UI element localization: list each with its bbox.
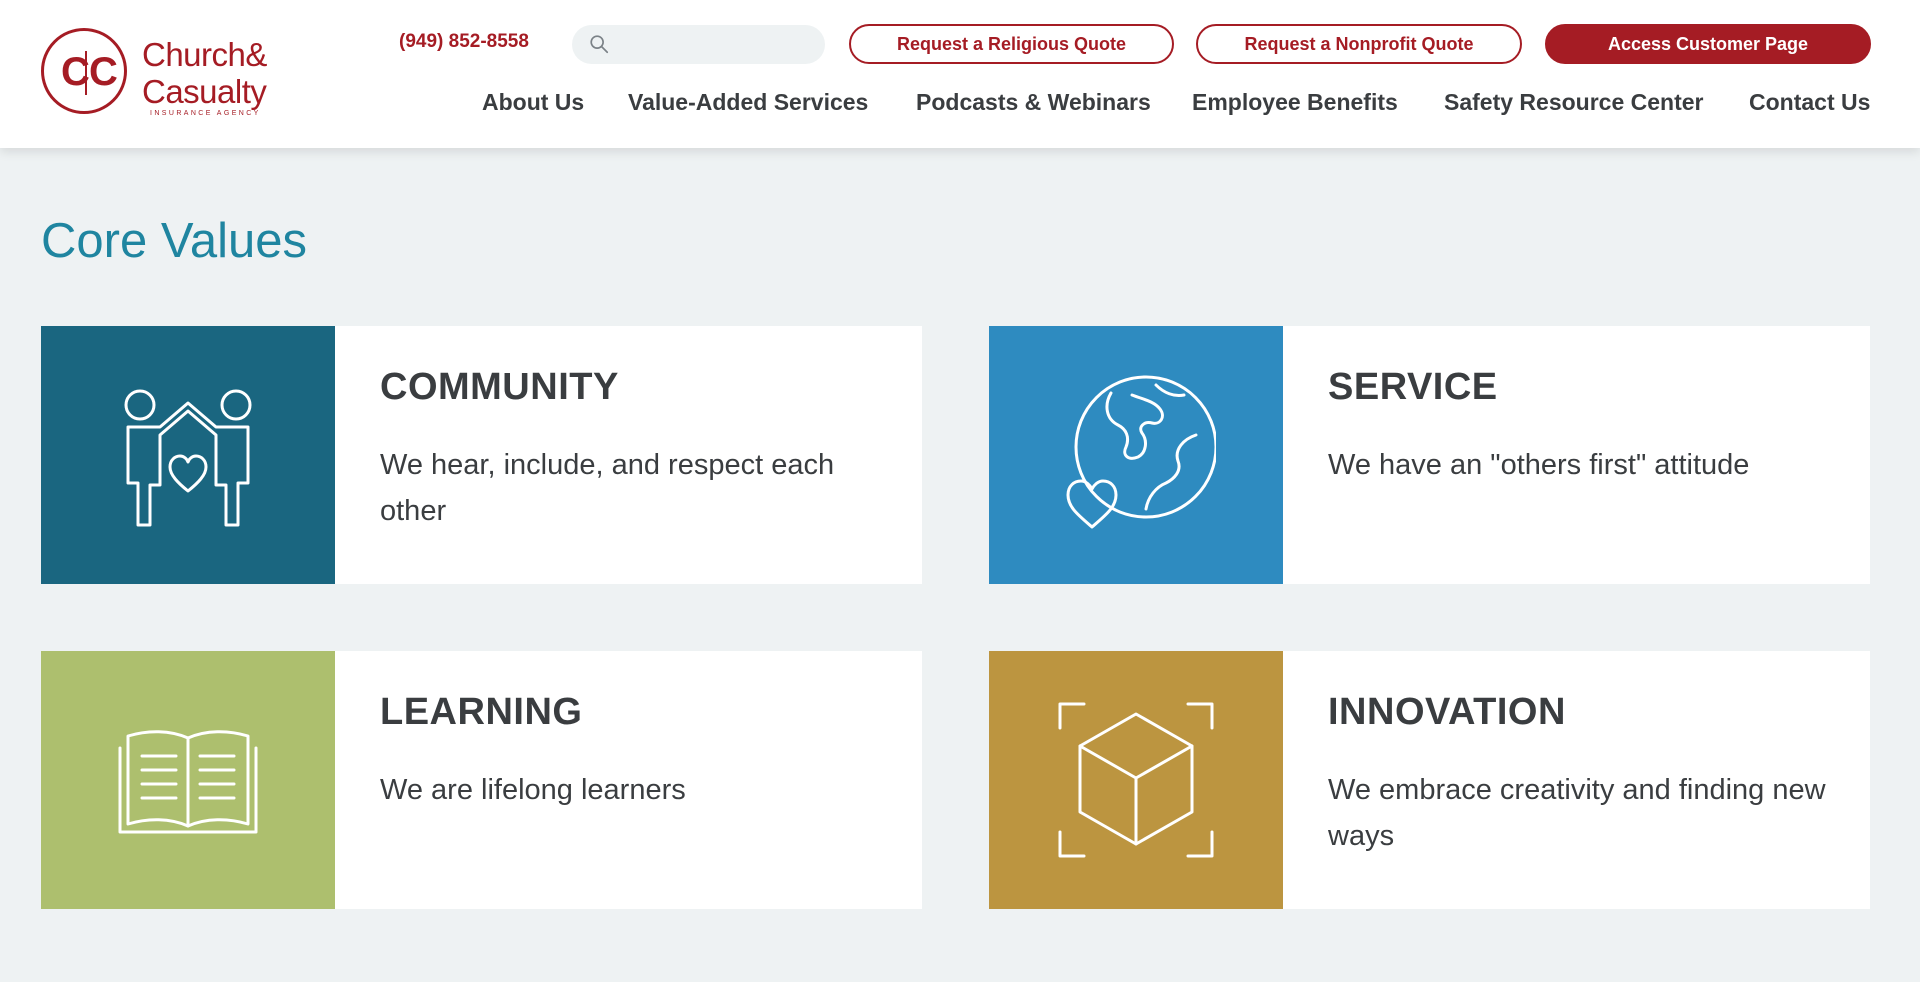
nav-item-contact-us[interactable]: Contact Us bbox=[1749, 89, 1870, 116]
value-tile bbox=[41, 326, 335, 584]
site-header: C C Church& Casualty INSURANCE AGENCY (9… bbox=[0, 0, 1920, 148]
logo-wordmark-line1: Church& bbox=[142, 36, 267, 73]
value-heading: COMMUNITY bbox=[380, 366, 619, 408]
cube-icon bbox=[1058, 702, 1214, 858]
value-tile bbox=[989, 326, 1283, 584]
value-description: We are lifelong learners bbox=[380, 774, 686, 806]
nav-item-about-us[interactable]: About Us bbox=[482, 89, 584, 116]
value-card-innovation: INNOVATION We embrace creativity and fin… bbox=[989, 651, 1870, 909]
value-heading: LEARNING bbox=[380, 691, 583, 733]
logo[interactable]: C C Church& Casualty INSURANCE AGENCY bbox=[41, 26, 291, 126]
search-icon bbox=[590, 35, 609, 54]
value-description: We embrace creativity and finding new wa… bbox=[1328, 774, 1826, 852]
logo-mark-divider bbox=[85, 51, 87, 95]
nav-item-value-added-services[interactable]: Value-Added Services bbox=[628, 89, 868, 116]
nav-item-safety-resource-center[interactable]: Safety Resource Center bbox=[1444, 89, 1704, 116]
access-customer-page-button[interactable]: Access Customer Page bbox=[1545, 24, 1871, 64]
community-icon bbox=[124, 389, 252, 527]
value-card-service: SERVICE We have an "others first" attitu… bbox=[989, 326, 1870, 584]
page-title: Core Values bbox=[41, 214, 308, 268]
value-heading: SERVICE bbox=[1328, 366, 1498, 408]
globe-heart-icon bbox=[1066, 375, 1216, 529]
logo-mark-letter-right: C bbox=[89, 50, 118, 94]
logo-tagline: INSURANCE AGENCY bbox=[150, 110, 261, 117]
request-religious-quote-button[interactable]: Request a Religious Quote bbox=[849, 24, 1174, 64]
search-box[interactable] bbox=[572, 25, 825, 64]
value-tile bbox=[41, 651, 335, 909]
logo-wordmark: Church& Casualty bbox=[142, 36, 267, 110]
logo-mark: C C bbox=[41, 28, 127, 114]
open-book-icon bbox=[118, 730, 258, 834]
nav-item-podcasts-webinars[interactable]: Podcasts & Webinars bbox=[916, 89, 1151, 116]
nav-item-employee-benefits[interactable]: Employee Benefits bbox=[1192, 89, 1398, 116]
phone-number[interactable]: (949) 852-8558 bbox=[399, 31, 529, 53]
logo-wordmark-line2: Casualty bbox=[142, 73, 267, 110]
value-heading: INNOVATION bbox=[1328, 691, 1566, 733]
value-description: We hear, include, and respect each other bbox=[380, 449, 835, 527]
value-card-learning: LEARNING We are lifelong learners bbox=[41, 651, 922, 909]
value-card-community: COMMUNITY We hear, include, and respect … bbox=[41, 326, 922, 584]
search-input[interactable] bbox=[620, 30, 814, 60]
value-tile bbox=[989, 651, 1283, 909]
request-nonprofit-quote-button[interactable]: Request a Nonprofit Quote bbox=[1196, 24, 1522, 64]
value-description: We have an "others first" attitude bbox=[1328, 449, 1750, 481]
